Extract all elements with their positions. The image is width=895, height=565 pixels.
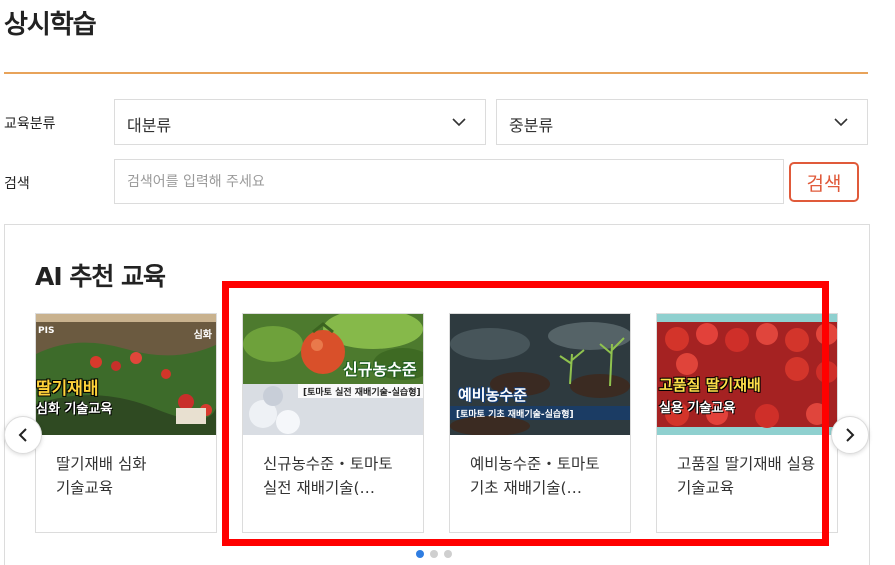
major-category-select[interactable]: 대분류	[114, 99, 486, 145]
carousel-pagination	[416, 550, 452, 558]
course-thumbnail: 신규농수준 [토마토 실전 재배기술-실습형]	[243, 314, 423, 435]
course-title: 신규농수준・토마토 실전 재배기술(…	[263, 455, 393, 497]
thumb-subcaption: [토마토 실전 재배기술-실습형]	[303, 388, 421, 398]
course-title: 예비농수준・토마토 기초 재배기술(…	[470, 455, 600, 497]
title-divider	[4, 72, 868, 74]
thumb-subcaption: 실용 기술교육	[659, 401, 736, 416]
search-input[interactable]	[114, 159, 784, 204]
course-card-4[interactable]: 고품질 딸기재배 실용 기술교육 고품질 딸기재배 실용 기술교육	[656, 313, 838, 533]
chevron-down-icon	[834, 118, 848, 127]
carousel-next-button[interactable]	[831, 416, 869, 454]
course-title: 딸기재배 심화 기술교육	[56, 455, 147, 497]
carousel-prev-button[interactable]	[4, 416, 42, 454]
search-label: 검색	[4, 176, 30, 192]
thumb-subcaption: 심화 기술교육	[36, 402, 113, 417]
search-button[interactable]: 검색	[789, 162, 859, 202]
chevron-left-icon	[18, 428, 27, 442]
major-category-value: 대분류	[127, 116, 172, 135]
course-thumbnail: PIS 심화 딸기재배 심화 기술교육	[36, 314, 216, 435]
category-label: 교육분류	[4, 116, 56, 132]
course-title: 고품질 딸기재배 실용 기술교육	[677, 455, 816, 497]
course-thumbnail: 고품질 딸기재배 실용 기술교육	[657, 314, 837, 435]
recommend-panel: AI 추천 교육 PIS 심화 딸기재배 심화 기술교육 딸기재배 심화 기술교…	[4, 224, 870, 565]
page-title: 상시학습	[4, 10, 97, 40]
course-thumbnail: 예비농수준 [토마토 기초 재배기술-실습형]	[450, 314, 630, 435]
thumb-caption: 딸기재배	[36, 379, 99, 399]
chevron-right-icon	[846, 428, 855, 442]
course-card-1[interactable]: PIS 심화 딸기재배 심화 기술교육 딸기재배 심화 기술교육	[35, 313, 217, 533]
course-card-2[interactable]: 신규농수준 [토마토 실전 재배기술-실습형] 신규농수준・토마토 실전 재배기…	[242, 313, 424, 533]
course-card-3[interactable]: 예비농수준 [토마토 기초 재배기술-실습형] 예비농수준・토마토 기초 재배기…	[449, 313, 631, 533]
thumb-caption: 고품질 딸기재배	[659, 376, 761, 394]
thumb-caption: 신규농수준	[343, 360, 417, 379]
minor-category-value: 중분류	[509, 116, 554, 135]
minor-category-select[interactable]: 중분류	[496, 99, 868, 145]
thumb-caption: 예비농수준	[458, 386, 528, 404]
thumb-subcaption: [토마토 기초 재배기술-실습형]	[456, 410, 574, 420]
pagination-dot[interactable]	[430, 550, 438, 558]
recommend-title: AI 추천 교육	[35, 262, 166, 291]
chevron-down-icon	[452, 118, 466, 127]
thumb-corner-label: 심화	[193, 330, 212, 341]
pagination-dot[interactable]	[444, 550, 452, 558]
pagination-dot[interactable]	[416, 550, 424, 558]
brand-logo: PIS	[38, 326, 55, 336]
